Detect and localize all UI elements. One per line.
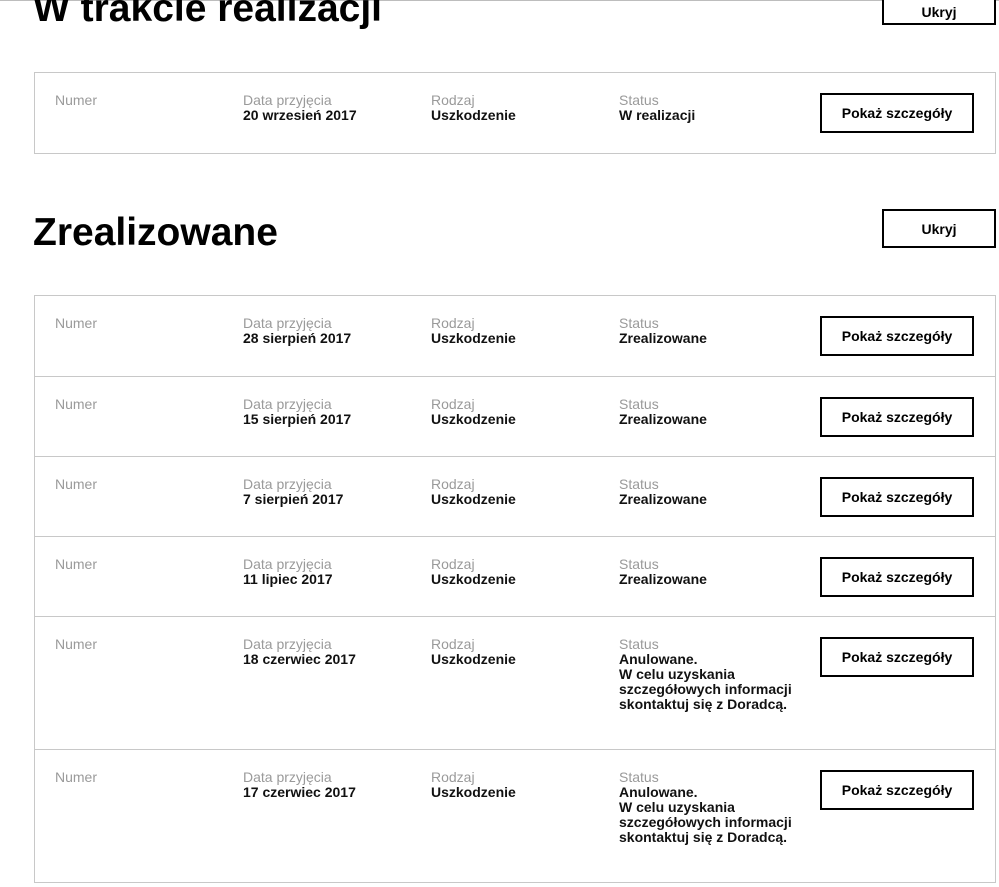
order-type-cell: Rodzaj Uszkodzenie (431, 637, 516, 667)
order-type-label: Rodzaj (431, 92, 475, 108)
order-date-cell: Data przyjęcia 28 sierpień 2017 (243, 316, 351, 346)
order-row: Numer Data przyjęcia 18 czerwiec 2017 Rodza… (35, 616, 995, 749)
order-row: Numer Data przyjęcia 11 lipiec 2017 Rodzaj U… (35, 536, 995, 616)
order-date-label: Data przyjęcia (243, 396, 332, 412)
order-status-cell: Status Anulowane. W celu uzyskania szczeg… (619, 770, 794, 845)
order-date-value: 11 lipiec 2017 (243, 571, 333, 587)
order-status-label: Status (619, 636, 659, 652)
order-type-label: Rodzaj (431, 556, 475, 572)
order-type-value: Uszkodzenie (431, 784, 516, 800)
order-type-cell: Rodzaj Uszkodzenie (431, 770, 516, 800)
order-date-cell: Data przyjęcia 15 sierpień 2017 (243, 397, 351, 427)
order-number-label: Numer (55, 556, 98, 572)
order-status-cell: Status Zrealizowane (619, 397, 794, 427)
order-date-cell: Data przyjęcia 20 wrzesień 2017 (243, 93, 357, 123)
show-details-button[interactable]: Pokaż szczegóły (820, 477, 974, 517)
order-date-label: Data przyjęcia (243, 636, 332, 652)
order-date-value: 17 czerwiec 2017 (243, 784, 356, 800)
order-status-value: W realizacji (619, 107, 696, 123)
order-number-cell: Numer (55, 477, 97, 492)
order-date-value: 20 wrzesień 2017 (243, 107, 357, 123)
order-number-cell: Numer (55, 316, 97, 331)
order-status-cell: Status W realizacji (619, 93, 794, 123)
show-details-button[interactable]: Pokaż szczegóły (820, 770, 974, 810)
in-progress-orders-list: Numer Data przyjęcia 20 wrzesień 2017 Rodza… (34, 72, 996, 154)
show-details-button[interactable]: Pokaż szczegóły (820, 93, 974, 133)
order-status-value: Anulowane. W celu uzyskania szczegółowyc… (619, 651, 792, 712)
order-type-cell: Rodzaj Uszkodzenie (431, 316, 516, 346)
order-number-label: Numer (55, 92, 98, 108)
order-type-label: Rodzaj (431, 636, 475, 652)
order-type-cell: Rodzaj Uszkodzenie (431, 397, 516, 427)
order-number-cell: Numer (55, 557, 97, 572)
order-number-cell: Numer (55, 397, 97, 412)
order-type-value: Uszkodzenie (431, 651, 516, 667)
hide-in-progress-button[interactable]: Ukryj (882, 0, 996, 25)
show-details-button[interactable]: Pokaż szczegóły (820, 397, 974, 437)
order-status-label: Status (619, 476, 659, 492)
order-date-label: Data przyjęcia (243, 556, 332, 572)
order-status-cell: Status Zrealizowane (619, 477, 794, 507)
order-status-value: Zrealizowane (619, 330, 707, 346)
order-date-cell: Data przyjęcia 18 czerwiec 2017 (243, 637, 356, 667)
order-status-label: Status (619, 92, 659, 108)
order-type-label: Rodzaj (431, 315, 475, 331)
order-date-cell: Data przyjęcia 7 sierpień 2017 (243, 477, 343, 507)
order-status-value: Anulowane. W celu uzyskania szczegółowyc… (619, 784, 792, 845)
order-status-label: Status (619, 315, 659, 331)
order-date-cell: Data przyjęcia 17 czerwiec 2017 (243, 770, 356, 800)
order-row: Numer Data przyjęcia 20 wrzesień 2017 Rodza… (35, 73, 995, 153)
order-date-label: Data przyjęcia (243, 769, 332, 785)
order-status-label: Status (619, 556, 659, 572)
order-type-value: Uszkodzenie (431, 571, 516, 587)
order-date-value: 7 sierpień 2017 (243, 491, 344, 507)
section-title-in-progress: W trakcie realizacji (33, 0, 383, 30)
order-status-label: Status (619, 396, 659, 412)
hide-completed-button[interactable]: Ukryj (882, 209, 996, 248)
order-date-value: 15 sierpień 2017 (243, 411, 352, 427)
order-status-cell: Status Zrealizowane (619, 557, 794, 587)
order-status-value: Zrealizowane (619, 491, 707, 507)
order-type-value: Uszkodzenie (431, 330, 516, 346)
section-title-completed: Zrealizowane (33, 211, 278, 254)
order-status-label: Status (619, 769, 659, 785)
order-number-cell: Numer (55, 93, 97, 108)
order-date-cell: Data przyjęcia 11 lipiec 2017 (243, 557, 333, 587)
order-status-cell: Status Zrealizowane (619, 316, 794, 346)
order-type-label: Rodzaj (431, 396, 475, 412)
order-status-value: Zrealizowane (619, 571, 707, 587)
order-number-label: Numer (55, 315, 98, 331)
order-date-label: Data przyjęcia (243, 476, 332, 492)
order-number-label: Numer (55, 636, 98, 652)
order-date-label: Data przyjęcia (243, 315, 332, 331)
order-status-value: Zrealizowane (619, 411, 707, 427)
order-row: Numer Data przyjęcia 15 sierpień 2017 Rodza… (35, 376, 995, 456)
order-date-value: 18 czerwiec 2017 (243, 651, 356, 667)
order-type-cell: Rodzaj Uszkodzenie (431, 93, 516, 123)
order-type-value: Uszkodzenie (431, 491, 516, 507)
order-type-value: Uszkodzenie (431, 107, 516, 123)
order-type-cell: Rodzaj Uszkodzenie (431, 557, 516, 587)
order-type-label: Rodzaj (431, 769, 475, 785)
order-date-value: 28 sierpień 2017 (243, 330, 352, 346)
order-row: Numer Data przyjęcia 17 czerwiec 2017 Rodza… (35, 749, 995, 882)
show-details-button[interactable]: Pokaż szczegóły (820, 557, 974, 597)
order-number-cell: Numer (55, 637, 97, 652)
completed-orders-list: Numer Data przyjęcia 28 sierpień 2017 Rodza… (34, 295, 996, 883)
order-type-label: Rodzaj (431, 476, 475, 492)
order-status-cell: Status Anulowane. W celu uzyskania szczeg… (619, 637, 794, 712)
order-number-cell: Numer (55, 770, 97, 785)
order-date-label: Data przyjęcia (243, 92, 332, 108)
show-details-button[interactable]: Pokaż szczegóły (820, 316, 974, 356)
show-details-button[interactable]: Pokaż szczegóły (820, 637, 974, 677)
order-type-value: Uszkodzenie (431, 411, 516, 427)
order-number-label: Numer (55, 769, 98, 785)
order-number-label: Numer (55, 476, 98, 492)
order-type-cell: Rodzaj Uszkodzenie (431, 477, 516, 507)
order-row: Numer Data przyjęcia 7 sierpień 2017 Rodzaj… (35, 456, 995, 536)
order-row: Numer Data przyjęcia 28 sierpień 2017 Rodza… (35, 296, 995, 376)
order-number-label: Numer (55, 396, 98, 412)
